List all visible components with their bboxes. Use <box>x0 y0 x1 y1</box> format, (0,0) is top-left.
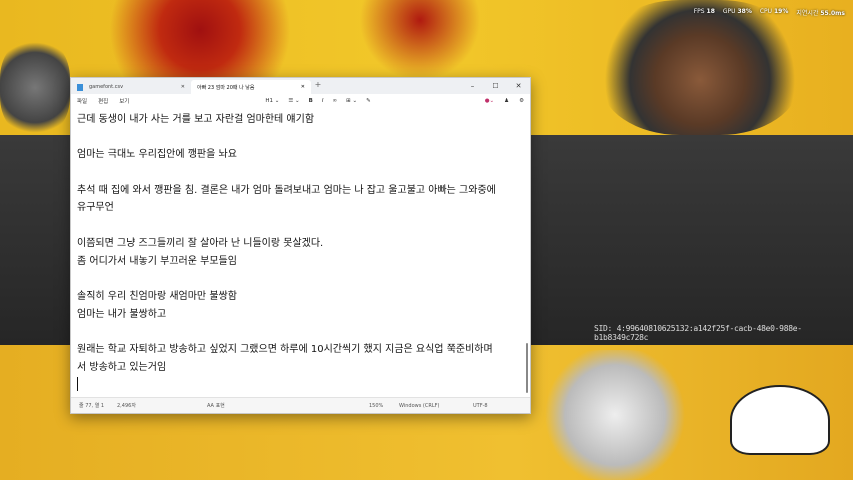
list-dropdown[interactable]: ☰ ⌄ <box>288 98 299 104</box>
cat-mascot <box>730 385 830 455</box>
minimize-button[interactable]: – <box>461 82 484 90</box>
cursor-line <box>77 376 522 394</box>
menu-view[interactable]: 보기 <box>119 97 129 105</box>
text-line <box>77 270 522 288</box>
cpu-label: CPU <box>759 8 773 15</box>
settings-icon[interactable]: ⚙ <box>519 98 524 104</box>
session-id: SID: 4:99640810625132:a142f25f-cacb-48e0… <box>594 324 802 342</box>
text-line: 유구무언 <box>77 202 114 214</box>
text-line <box>77 164 522 182</box>
text-editor[interactable]: 근데 동생이 내가 사는 거를 보고 자란걸 엄마한테 얘기함엄마는 극대노 우… <box>77 111 522 394</box>
text-line <box>77 323 522 341</box>
tab-label: gamefont.csv <box>89 84 124 90</box>
character-art <box>540 350 690 480</box>
status-bar: 줄 77, 열 1 2,496자 AA 표현 150% Windows (CRL… <box>71 397 530 413</box>
character-art <box>600 0 800 135</box>
text-line: 근데 동생이 내가 사는 거를 보고 자란걸 엄마한테 얘기함 <box>77 114 315 125</box>
cpu-value: 19% <box>773 8 789 15</box>
text-line: 원래는 학교 자퇴하고 방송하고 싶었지 그랬으면 하루에 10시간씩기 했지 … <box>77 343 493 355</box>
char-count: 2,496자 <box>117 403 136 409</box>
account-icon[interactable]: ♟ <box>504 98 509 104</box>
performance-overlay: FPS 18 GPU 38% CPU 19% 지연시간 55.0ms <box>694 8 845 17</box>
latency-value: 55.0ms <box>820 10 845 17</box>
copilot-icon[interactable]: ●⌄ <box>485 98 494 104</box>
tab-label: 아빠 23 엄마 20때 나 낳음 <box>197 84 255 91</box>
spell-status[interactable]: AA 표현 <box>207 402 225 409</box>
latency-label: 지연시간 <box>796 10 819 17</box>
gpu-label: GPU <box>722 8 736 15</box>
close-button[interactable]: ✕ <box>507 82 530 90</box>
heading-dropdown[interactable]: H1 ⌄ <box>265 98 279 104</box>
tab-bar: gamefont.csv ✕ 아빠 23 엄마 20때 나 낳음 ✕ + – ☐ ✕ <box>71 78 530 94</box>
maximize-button[interactable]: ☐ <box>484 82 507 90</box>
text-line: 솔직히 우리 친엄마랑 새엄마만 불쌍함 <box>77 290 237 302</box>
text-cursor <box>77 377 78 392</box>
gpu-value: 38% <box>737 8 752 15</box>
character-art <box>0 40 70 135</box>
close-tab-icon[interactable]: ✕ <box>301 84 305 90</box>
text-line: 좀 어디가서 내놓기 부끄러운 부모들임 <box>77 255 237 267</box>
text-line: 서 방송하고 있는거임 <box>77 361 167 373</box>
italic-button[interactable]: I <box>322 98 324 104</box>
text-line: 엄마는 내가 불쌍하고 <box>77 308 167 320</box>
fps-label: FPS <box>693 8 705 15</box>
menu-edit[interactable]: 편집 <box>98 97 108 105</box>
line-ending[interactable]: Windows (CRLF) <box>399 403 439 409</box>
zoom-level[interactable]: 150% <box>369 403 383 409</box>
tab-active[interactable]: 아빠 23 엄마 20때 나 낳음 ✕ <box>191 80 311 94</box>
text-line: 추석 때 집에 와서 깽판을 침. 결론은 내가 엄마 돌려보내고 엄마는 나 … <box>77 184 496 196</box>
menu-file[interactable]: 파일 <box>77 97 87 105</box>
text-line <box>77 217 522 235</box>
fps-value: 18 <box>706 8 715 15</box>
bold-button[interactable]: B <box>309 98 313 104</box>
cursor-position: 줄 77, 열 1 <box>79 403 105 409</box>
table-dropdown[interactable]: ⊞ ⌄ <box>346 98 357 104</box>
notepad-icon <box>77 83 83 91</box>
text-line: 엄마는 극대노 우리집안에 깽판을 놔요 <box>77 149 237 161</box>
close-tab-icon[interactable]: ✕ <box>181 84 185 90</box>
text-line: 이쯤되면 그냥 즈그들끼리 잘 살아라 난 니들이랑 못살겠다. <box>77 237 324 249</box>
notepad-window: gamefont.csv ✕ 아빠 23 엄마 20때 나 낳음 ✕ + – ☐ ✕… <box>70 77 531 414</box>
tab-gamefont[interactable]: gamefont.csv ✕ <box>71 80 191 94</box>
text-line <box>77 129 522 147</box>
scrollbar[interactable] <box>526 343 528 393</box>
encoding[interactable]: UTF-8 <box>473 403 488 409</box>
link-button[interactable]: ∞ <box>333 98 338 104</box>
menu-bar: 파일 편집 보기 H1 ⌄ ☰ ⌄ B I ∞ ⊞ ⌄ ✎ ●⌄ ♟ ⚙ <box>71 94 530 108</box>
clear-format-button[interactable]: ✎ <box>366 98 371 104</box>
new-tab-button[interactable]: + <box>311 80 325 94</box>
